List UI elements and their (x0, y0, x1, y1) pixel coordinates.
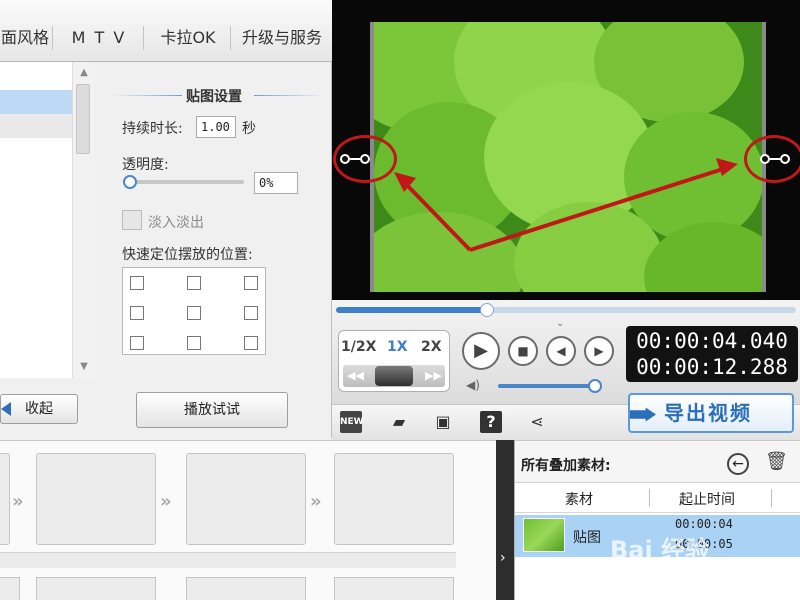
storyboard-divider (0, 552, 456, 568)
volume-knob[interactable] (588, 379, 602, 393)
chevron-right-icon: › (500, 550, 506, 566)
progress-knob[interactable] (480, 303, 495, 317)
clip-slot[interactable] (186, 577, 306, 600)
trash-icon[interactable]: 🗑 (765, 451, 788, 473)
play-icon[interactable]: ▶ (462, 332, 500, 370)
material-start-time: 00:00:04 (675, 517, 733, 531)
collapse-arrow-icon (1, 402, 11, 416)
preview-play-button[interactable]: 播放试试 (136, 392, 288, 428)
materials-title: 所有叠加素材: (521, 458, 611, 474)
position-middle-left-checkbox[interactable] (130, 306, 144, 320)
speed-selector: 1/2X 1X 2X ◀◀ ▶▶ (338, 330, 450, 392)
column-start-time: 起止时间 (679, 492, 735, 508)
volume-slider[interactable] (498, 384, 596, 388)
position-bottom-right-checkbox[interactable] (244, 336, 258, 350)
speed-knob[interactable] (375, 366, 413, 386)
storyboard: » » » (0, 440, 496, 600)
chevron-right-icon: » (310, 491, 322, 512)
current-time: 00:00:04.040 (636, 329, 788, 353)
export-arrow-icon (630, 407, 656, 422)
export-video-label: 导出视频 (664, 401, 752, 425)
clip-slot[interactable] (334, 577, 454, 600)
materials-header: 所有叠加素材: ← 🗑 (515, 441, 800, 483)
save-icon[interactable]: ▣ (432, 411, 454, 433)
prev-frame-icon[interactable]: ◀ (546, 336, 576, 366)
collapse-button[interactable]: 收起 (0, 394, 78, 424)
clip-slot[interactable] (36, 453, 156, 545)
clip-slot[interactable] (36, 577, 156, 600)
share-icon[interactable]: ⋖ (526, 411, 548, 433)
speed-1x[interactable]: 1X (387, 339, 408, 355)
progress-fill (336, 307, 488, 313)
position-middle-center-checkbox[interactable] (187, 306, 201, 320)
chevron-down-icon[interactable]: ⌄ (556, 318, 564, 329)
column-material: 素材 (565, 492, 593, 508)
speed-slider[interactable]: ◀◀ ▶▶ (343, 365, 445, 387)
annotation-arrows (394, 158, 738, 252)
panel-toggle-handle[interactable]: › (496, 440, 514, 600)
fast-forward-icon[interactable]: ▶▶ (425, 369, 442, 382)
clip-slot[interactable] (334, 453, 454, 545)
player-controls: ⌄ 1/2X 1X 2X ◀◀ ▶▶ ▶ ■ ◀ ▶ ◀) 00:00:04.0… (332, 300, 800, 404)
position-bottom-center-checkbox[interactable] (187, 336, 201, 350)
baidu-watermark: Bai 经验 (610, 536, 710, 564)
annotation-arrow-line (469, 166, 727, 252)
annotation-arrowhead (716, 158, 738, 176)
collapse-label: 收起 (25, 401, 53, 417)
column-divider (649, 489, 650, 507)
time-display: 00:00:04.040 00:00:12.288 (626, 326, 798, 382)
help-icon[interactable]: ? (480, 411, 502, 433)
export-video-button[interactable]: 导出视频 (628, 393, 794, 433)
materials-columns: 素材 起止时间 (515, 483, 800, 513)
material-name: 贴图 (573, 530, 601, 546)
back-icon[interactable]: ← (727, 453, 749, 475)
project-toolbar: NEW ▰ ▣ ? ⋖ 导出视频 (332, 393, 800, 440)
volume-icon[interactable]: ◀) (466, 378, 480, 392)
rewind-icon[interactable]: ◀◀ (347, 369, 364, 382)
stop-icon[interactable]: ■ (508, 336, 538, 366)
clip-slot[interactable] (186, 453, 306, 545)
open-folder-icon[interactable]: ▰ (388, 411, 410, 433)
chevron-right-icon: » (160, 491, 172, 512)
new-project-icon[interactable]: NEW (340, 411, 364, 433)
position-bottom-left-checkbox[interactable] (130, 336, 144, 350)
speed-2x[interactable]: 2X (421, 339, 442, 355)
watermark-url: jingyan.baidu.com (676, 566, 778, 579)
next-frame-icon[interactable]: ▶ (584, 336, 614, 366)
column-divider (771, 489, 772, 507)
material-thumbnail (523, 518, 565, 552)
scroll-down-icon[interactable]: ▼ (77, 360, 91, 374)
clip-slot[interactable] (0, 577, 20, 600)
total-time: 00:00:12.288 (636, 355, 788, 379)
clip-slot[interactable] (0, 453, 10, 545)
timeline-progress[interactable] (336, 303, 796, 317)
speed-half[interactable]: 1/2X (341, 339, 376, 355)
annotation-arrow-line (400, 178, 472, 252)
position-middle-right-checkbox[interactable] (244, 306, 258, 320)
chevron-right-icon: » (12, 491, 24, 512)
